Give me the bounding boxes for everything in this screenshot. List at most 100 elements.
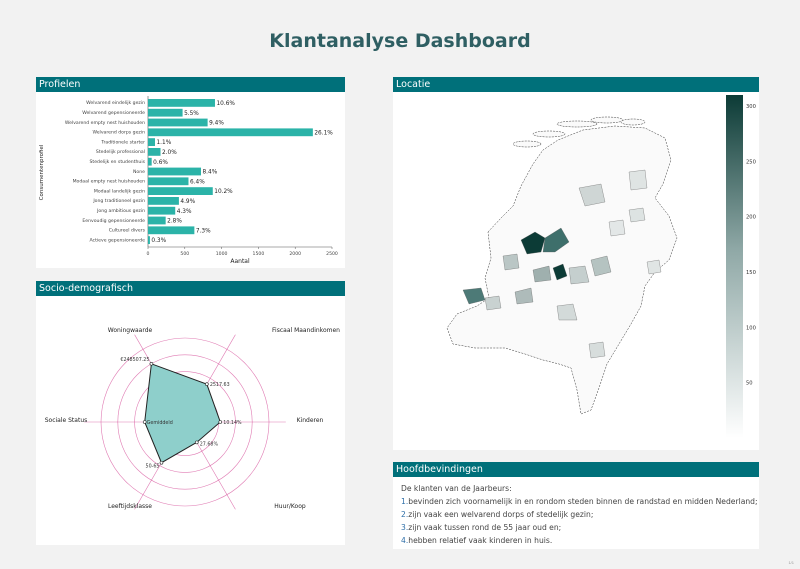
- bar-rect: [148, 157, 152, 166]
- page-number: 1/1: [788, 560, 794, 565]
- radar-point-label: Gemiddeld: [147, 420, 173, 426]
- bar-x-tick-label: 1500: [253, 251, 265, 257]
- municipality-shape: [484, 295, 502, 311]
- bar-value-label: 10.2%: [214, 189, 233, 195]
- bar-value-label: 6.4%: [190, 179, 205, 185]
- municipality-shape: [462, 287, 486, 305]
- radar-area: [144, 363, 221, 464]
- page-title: Klantanalyse Dashboard: [269, 30, 531, 52]
- bar-rect: [148, 177, 189, 186]
- radar-point-label: 10.14%: [223, 420, 242, 426]
- bar-x-tick-label: 500: [180, 251, 189, 257]
- socio-header: Socio-demografisch: [36, 281, 345, 296]
- bar-category-label: Jong ambitious gezin: [96, 208, 145, 214]
- bar-value-label: 0.3%: [151, 238, 166, 244]
- location-map: 300 250 200 150 100 50: [446, 95, 756, 438]
- bar-category-label: Stedelijk en studenthuis: [90, 159, 146, 165]
- bar-rect: [148, 167, 201, 176]
- municipality-shape: [588, 341, 606, 359]
- socio-radar-chart: €248507.25 2517.63 10.14% 27.68% 50-65 Gemidd…: [45, 327, 340, 510]
- bar-value-label: 1.1%: [156, 140, 171, 146]
- municipality-shape: [628, 169, 648, 191]
- findings-list: De klanten van de Jaarbeurs: 1.bevinden …: [401, 482, 758, 547]
- radar-point-label: 50-65: [146, 464, 160, 470]
- bar-rect: [148, 118, 208, 127]
- bar-rect: [148, 197, 179, 205]
- colorbar-tick-label: 100: [746, 325, 756, 331]
- bar-y-axis-label: Consumentenprofiel: [39, 144, 45, 200]
- colorbar-tick-label: 50: [746, 381, 753, 387]
- radar-point: [194, 440, 199, 445]
- bar-category-label: Modaal empty nest huishouden: [73, 179, 146, 185]
- bar-rect: [148, 138, 155, 146]
- bar-rect: [148, 99, 215, 107]
- bar-value-label: 4.3%: [177, 209, 192, 215]
- findings-card: Hoofdbevindingen De klanten van de Jaarb…: [393, 462, 759, 549]
- bar-category-label: None: [133, 169, 145, 175]
- bar-value-label: 26.1%: [314, 130, 333, 136]
- bar-value-label: 5.5%: [184, 111, 199, 117]
- bar-category-label: Traditionele starter: [100, 139, 145, 145]
- bar-category-label: Welvarend gepensioneerde: [82, 110, 145, 116]
- colorbar-tick-label: 300: [746, 104, 756, 110]
- bar-x-tick-label: 2500: [326, 251, 338, 257]
- wadden-island: [532, 130, 566, 138]
- municipality-shape: [608, 219, 626, 237]
- bar-category-label: Cultureel divers: [109, 228, 146, 234]
- colorbar: [726, 95, 743, 438]
- bar-value-label: 4.9%: [180, 199, 195, 205]
- wadden-island: [512, 140, 542, 148]
- bar-value-label: 10.6%: [216, 101, 235, 107]
- bar-rect: [148, 187, 213, 195]
- wadden-island: [620, 118, 646, 126]
- bar-category-label: Actieve gepensioneerde: [90, 237, 146, 243]
- finding-item-3: 3.zijn vaak tussen rond de 55 jaar oud e…: [401, 523, 562, 532]
- bar-category-label: Stedelijk professional: [96, 149, 145, 155]
- bar-category-label: Welvarend eindelijk gezin: [86, 100, 145, 106]
- bar-rect: [148, 128, 313, 137]
- radar-axis-label: Huur/Koop: [274, 503, 306, 510]
- radar-point-label: €248507.25: [120, 357, 149, 363]
- bar-value-label: 2.0%: [162, 150, 177, 156]
- radar-axis-label: Kinderen: [297, 417, 324, 424]
- findings-intro: De klanten van de Jaarbeurs:: [401, 484, 512, 493]
- radar-point-label: 2517.63: [210, 382, 230, 388]
- bar-value-label: 2.8%: [167, 219, 182, 225]
- bar-rect: [148, 108, 183, 117]
- colorbar-tick-label: 250: [746, 159, 756, 165]
- radar-point-label: 27.68%: [200, 441, 219, 447]
- bar-rect: [148, 206, 176, 215]
- radar-point: [159, 460, 164, 465]
- profielen-header: Profielen: [36, 77, 345, 92]
- colorbar-tick-label: 200: [746, 215, 756, 221]
- bar-rect: [148, 236, 150, 244]
- wadden-island: [590, 116, 624, 124]
- bar-value-label: 0.6%: [153, 160, 168, 166]
- profile-bar-chart: Welvarend eindelijk gezin 10.6% Welvarend …: [39, 96, 338, 265]
- locatie-header: Locatie: [393, 77, 759, 92]
- radar-axis-label: Sociale Status: [45, 417, 88, 424]
- finding-item-2: 2.zijn vaak een welvarend dorps of stede…: [401, 510, 594, 519]
- bar-x-tick-label: 1000: [216, 251, 228, 257]
- radar-axis-label: Fiscaal Maandinkomen: [272, 327, 340, 334]
- finding-item-4: 4.hebben relatief vaak kinderen in huis.: [401, 536, 553, 545]
- municipality-shape: [502, 253, 520, 271]
- bar-rect: [148, 226, 195, 235]
- bar-rect: [148, 216, 166, 225]
- socio-card: Socio-demografisch €248507.25 2517.63 10.1…: [36, 281, 345, 545]
- bar-x-axis-label: Aantal: [230, 258, 250, 265]
- profielen-card: Profielen Welvarend eindelijk gezin 10.6%…: [36, 77, 345, 268]
- bar-category-label: Jong traditioneel gezin: [92, 198, 145, 204]
- finding-item-1: 1.bevinden zich voornamelijk in en rondo…: [401, 497, 758, 506]
- radar-point: [205, 382, 209, 386]
- radar-point: [218, 420, 223, 424]
- bar-category-label: Welvarend empty nest huishouden: [65, 120, 145, 126]
- radar-point: [149, 362, 154, 366]
- municipality-shape: [628, 207, 646, 223]
- radar-axis-label: Leeftijdsklasse: [108, 503, 152, 510]
- colorbar-tick-label: 150: [746, 270, 756, 276]
- findings-header: Hoofdbevindingen: [393, 462, 759, 477]
- bar-value-label: 9.4%: [209, 121, 224, 127]
- bar-x-tick-label: 2000: [289, 251, 301, 257]
- bar-category-label: Welvarend dorps gezin: [92, 130, 145, 136]
